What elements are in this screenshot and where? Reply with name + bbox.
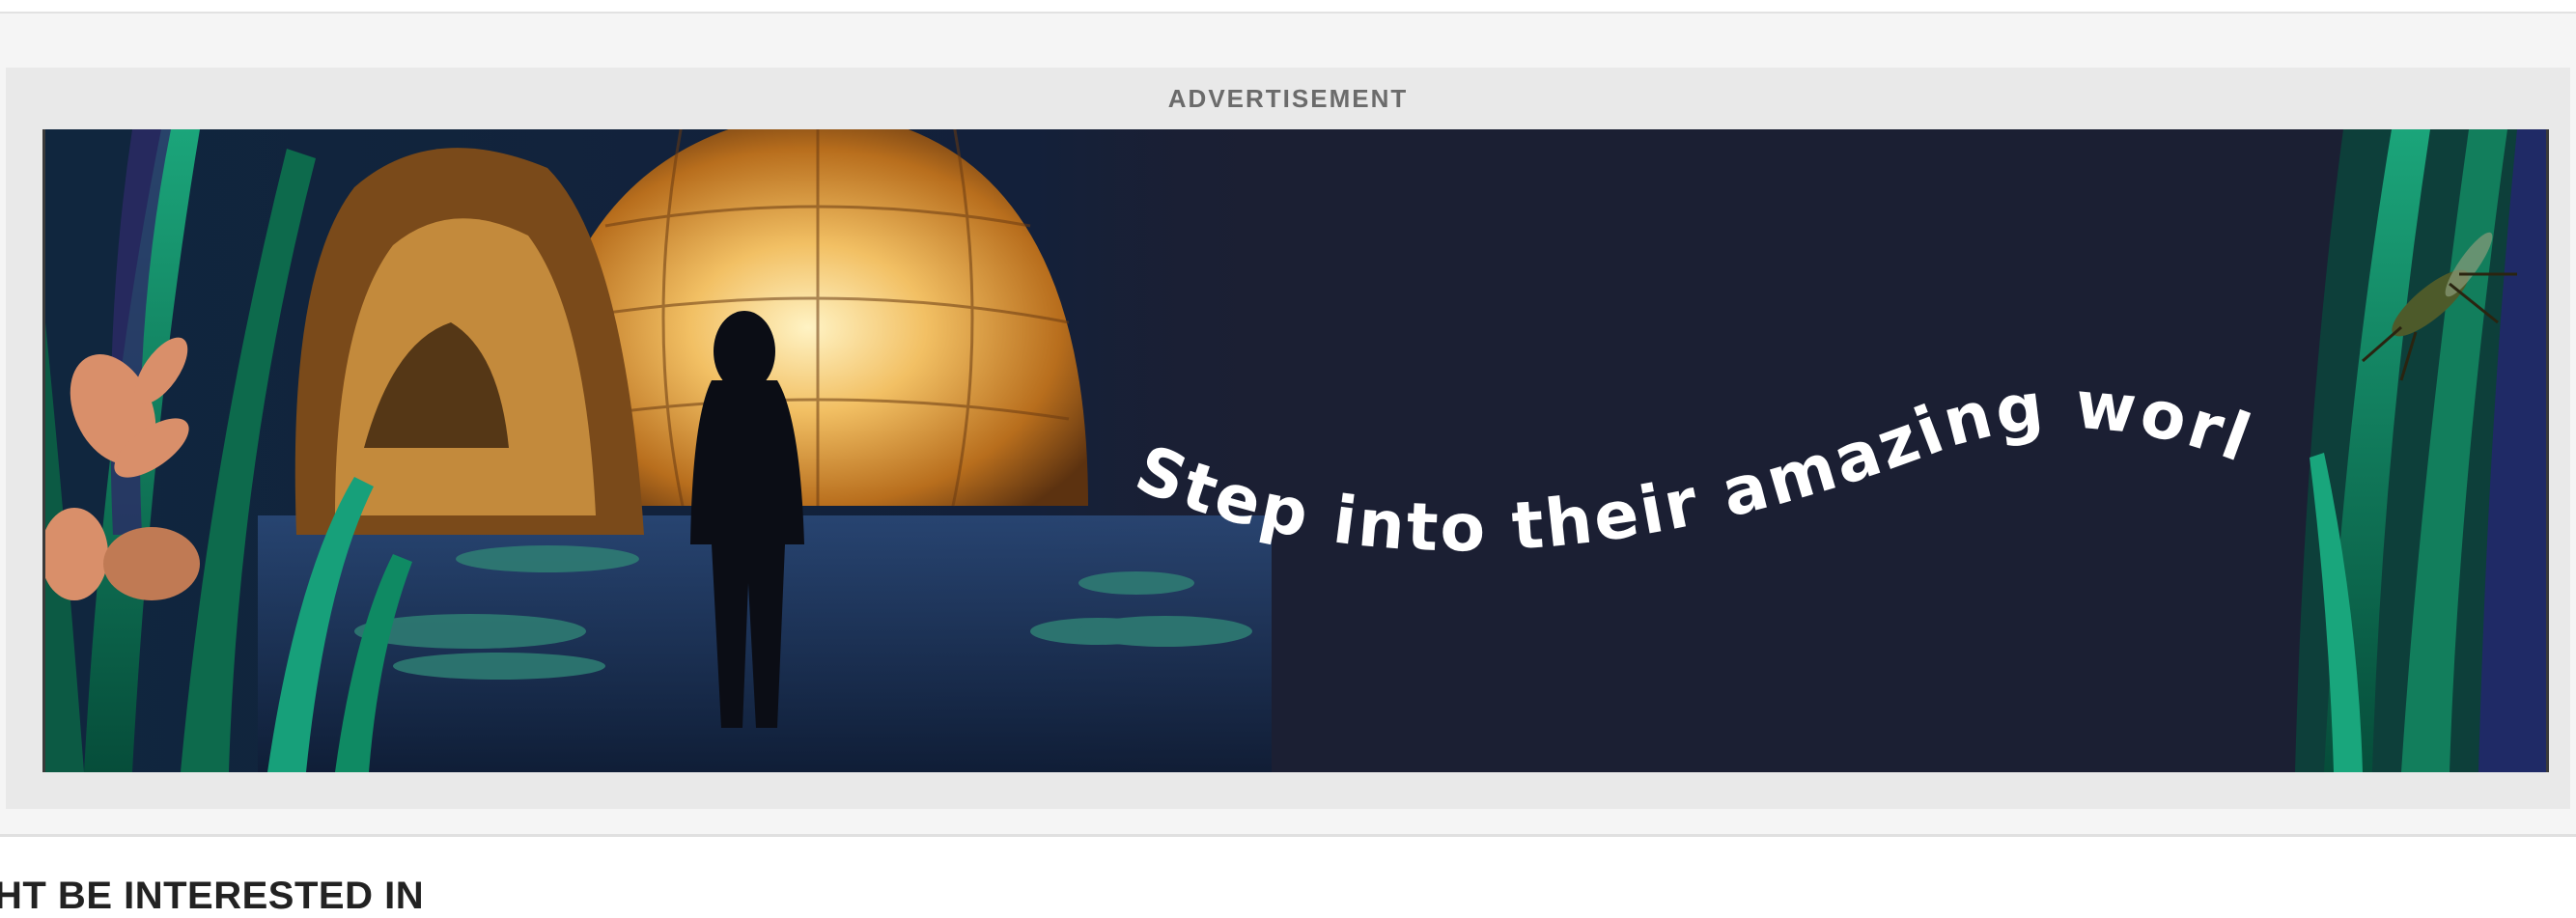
right-foliage xyxy=(2295,129,2546,772)
section-heading: HT BE INTERESTED IN xyxy=(0,875,425,917)
advertisement-frame: ADVERTISEMENT Step into their amazing wo… xyxy=(6,68,2570,809)
advertisement-label: ADVERTISEMENT xyxy=(1167,83,1409,113)
advertisement-section: ADVERTISEMENT Step into their amazing wo… xyxy=(0,14,2576,837)
top-divider xyxy=(0,0,2576,14)
advertisement-banner[interactable]: Step into their amazing world xyxy=(42,129,2549,772)
banner-artwork: Step into their amazing world xyxy=(45,129,2546,772)
